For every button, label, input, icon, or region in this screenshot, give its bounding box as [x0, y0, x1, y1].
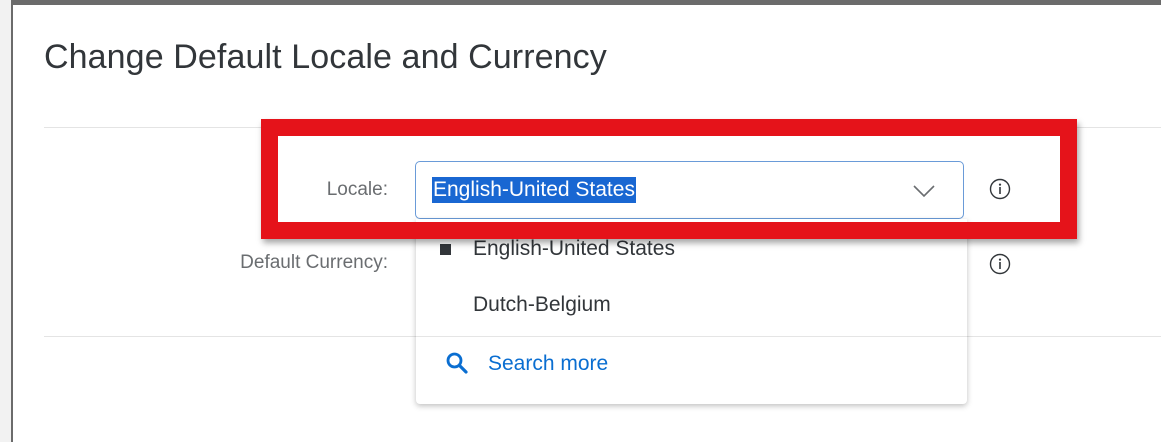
annotation-highlight-box [261, 119, 1077, 239]
search-icon [446, 352, 468, 374]
window-border-left [0, 0, 13, 442]
default-currency-label: Default Currency: [240, 252, 388, 273]
dropdown-option-label: English-United States [473, 237, 675, 260]
window-border-top [0, 0, 1161, 5]
dialog-title: Change Default Locale and Currency [44, 38, 607, 76]
dialog: Change Default Locale and Currency Local… [0, 0, 1161, 442]
selected-marker-icon [440, 244, 451, 255]
dropdown-divider [416, 336, 967, 337]
dropdown-option-label: Dutch-Belgium [473, 293, 611, 316]
search-more-link[interactable]: Search more [416, 339, 967, 389]
footer-divider [44, 336, 416, 337]
dropdown-option-dutch-belgium[interactable]: Dutch-Belgium [416, 283, 967, 333]
info-icon[interactable] [989, 253, 1011, 275]
locale-dropdown-list: English-United States Dutch-Belgium Sear… [416, 219, 967, 404]
footer-divider-right [967, 336, 1161, 337]
search-more-label: Search more [488, 352, 609, 375]
